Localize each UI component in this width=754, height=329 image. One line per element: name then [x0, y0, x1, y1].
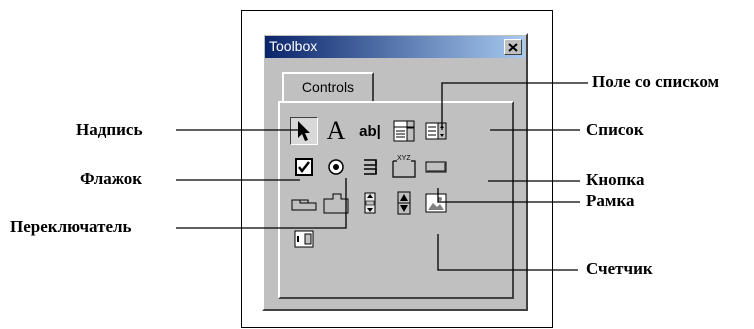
tool-checkbox[interactable] — [290, 153, 318, 181]
callout-option: Переключатель — [10, 217, 132, 236]
image-icon — [425, 193, 447, 213]
tool-toggle-button[interactable] — [356, 153, 384, 181]
pointer-icon — [298, 121, 310, 141]
toggle-button-icon — [364, 159, 377, 175]
combobox-icon — [393, 120, 415, 142]
textbox-tool-icon: ab| — [359, 122, 381, 140]
multipage-icon — [323, 193, 349, 214]
tool-command-button[interactable] — [422, 153, 450, 181]
tool-tabstrip[interactable] — [290, 189, 318, 217]
toolbox-window: Toolbox Controls A ab| XYZ — [262, 33, 528, 311]
label-tool-icon: A — [326, 116, 346, 145]
refedit-icon — [294, 230, 314, 248]
spinbutton-icon — [397, 191, 411, 215]
window-title: Toolbox — [269, 38, 318, 54]
tool-pointer[interactable] — [290, 117, 318, 145]
tool-label[interactable]: A — [322, 117, 350, 145]
tool-option-button[interactable] — [322, 153, 350, 181]
option-button-icon — [328, 159, 344, 175]
tool-spinbutton[interactable] — [390, 189, 418, 217]
close-icon — [508, 42, 518, 52]
close-button[interactable] — [504, 39, 522, 55]
command-button-icon — [425, 161, 447, 173]
callout-button: Кнопка — [586, 170, 645, 189]
tool-frame[interactable]: XYZ — [390, 153, 418, 181]
tab-controls[interactable]: Controls — [282, 72, 374, 102]
tab-controls-label: Controls — [301, 79, 355, 95]
title-bar: Toolbox — [265, 36, 525, 58]
listbox-icon — [425, 122, 447, 140]
tool-combobox[interactable] — [390, 117, 418, 145]
callout-label: Надпись — [76, 120, 143, 139]
checkbox-icon — [295, 158, 313, 176]
callout-listbox: Список — [586, 120, 644, 139]
tool-scrollbar[interactable] — [356, 189, 384, 217]
frame-icon-text: XYZ — [397, 155, 411, 162]
callout-spinner: Счетчик — [586, 259, 653, 278]
tabstrip-icon — [291, 199, 317, 211]
callout-frame: Рамка — [586, 191, 635, 210]
tool-listbox[interactable] — [422, 117, 450, 145]
tool-image[interactable] — [422, 189, 450, 217]
tool-textbox[interactable]: ab| — [356, 117, 384, 145]
scrollbar-icon — [364, 192, 376, 214]
controls-panel: A ab| XYZ — [278, 101, 514, 299]
tool-multipage[interactable] — [322, 189, 350, 217]
callout-checkbox: Флажок — [80, 169, 142, 188]
callout-combobox: Поле со списком — [592, 72, 720, 91]
tool-refedit[interactable] — [290, 225, 318, 253]
